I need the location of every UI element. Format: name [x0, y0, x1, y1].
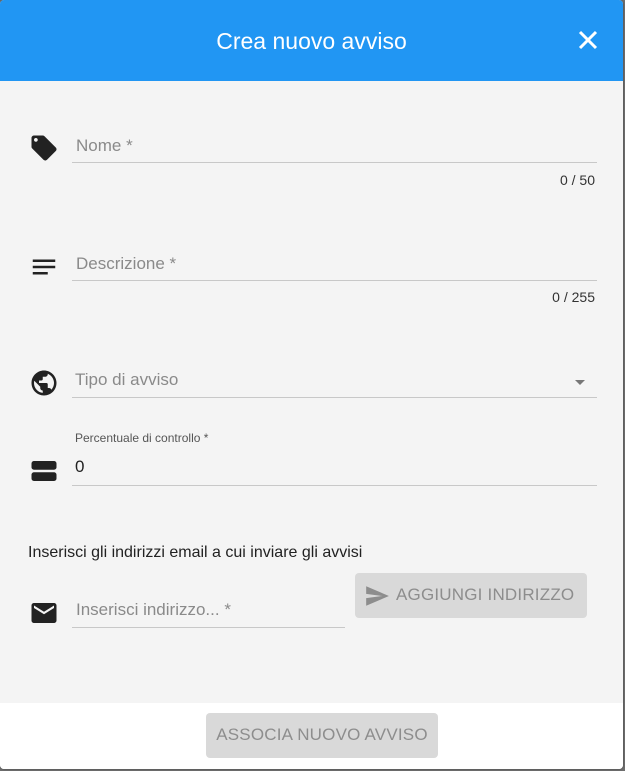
email-placeholder: Inserisci indirizzo... * — [76, 600, 231, 619]
storage-icon — [29, 456, 59, 486]
dialog-title: Crea nuovo avviso — [216, 28, 407, 54]
submit-alert-button[interactable]: ASSOCIA NUOVO AVVISO — [206, 713, 438, 758]
globe-icon — [29, 368, 59, 398]
dialog-header: Crea nuovo avviso — [0, 0, 623, 81]
alert-type-placeholder: Tipo di avviso — [75, 370, 179, 389]
create-alert-dialog: Crea nuovo avviso Nome * 0 / 50 Descrizi… — [0, 0, 623, 769]
email-underline — [72, 627, 345, 628]
tag-icon — [29, 133, 59, 163]
description-placeholder: Descrizione * — [76, 254, 177, 273]
control-percentage-underline — [72, 485, 597, 486]
send-icon — [363, 583, 391, 614]
description-field[interactable]: Descrizione * — [72, 248, 597, 281]
control-percentage-value: 0 — [75, 457, 85, 476]
name-field[interactable]: Nome * — [72, 130, 597, 163]
email-input[interactable]: Inserisci indirizzo... * — [72, 595, 345, 628]
alert-type-underline — [72, 397, 597, 398]
control-percentage-label: Percentuale di controllo * — [75, 431, 209, 445]
control-percentage-input[interactable]: 0 — [72, 451, 597, 486]
email-icon — [29, 598, 59, 628]
description-counter: 0 / 255 — [552, 289, 595, 305]
alert-type-select[interactable]: Tipo di avviso — [72, 364, 597, 398]
add-address-button[interactable]: AGGIUNGI INDIRIZZO — [355, 573, 587, 618]
name-placeholder: Nome * — [76, 136, 133, 155]
name-counter: 0 / 50 — [559, 172, 595, 188]
description-underline — [72, 280, 597, 281]
name-underline — [72, 162, 597, 163]
notes-icon — [29, 252, 59, 282]
close-icon[interactable] — [572, 24, 604, 56]
chevron-down-icon — [573, 375, 587, 393]
submit-alert-label: ASSOCIA NUOVO AVVISO — [216, 725, 428, 744]
dialog-footer: ASSOCIA NUOVO AVVISO — [0, 703, 623, 769]
email-section-text: Inserisci gli indirizzi email a cui invi… — [28, 544, 363, 561]
add-address-label: AGGIUNGI INDIRIZZO — [396, 585, 575, 604]
